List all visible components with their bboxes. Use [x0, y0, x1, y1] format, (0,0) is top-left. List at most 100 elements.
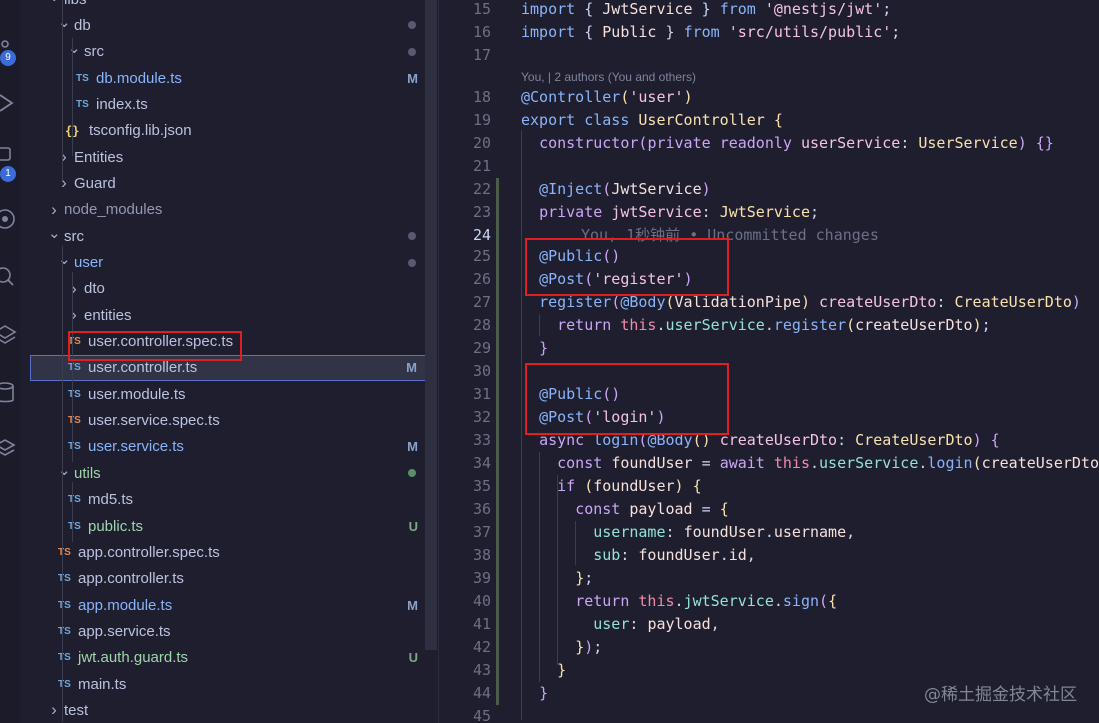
tree-file[interactable]: TS jwt.auth.guard.ts U — [20, 645, 438, 671]
tree-file[interactable]: TS user.module.ts — [20, 381, 438, 407]
chevron-right-icon[interactable]: › — [48, 700, 60, 720]
code-line[interactable]: 41 user: payload, — [439, 613, 1099, 636]
tree-file[interactable]: {}tsconfig.lib.json — [20, 118, 438, 144]
git-gutter-added — [496, 636, 499, 659]
search-icon[interactable] — [0, 262, 20, 292]
tree-folder[interactable]: ⌄ src — [20, 223, 438, 249]
git-gutter-added — [496, 291, 499, 314]
code-line[interactable]: 20 constructor(private readonly userServ… — [439, 132, 1099, 155]
code-line[interactable]: 28 return this.userService.register(crea… — [439, 314, 1099, 337]
code-line[interactable]: 35 if (foundUser) { — [439, 475, 1099, 498]
code-line[interactable]: 21 — [439, 155, 1099, 178]
tree-folder[interactable]: ⌄libs — [20, 0, 438, 12]
code-editor[interactable]: You, | 2 authors (You and others) 15 impo… — [438, 0, 1099, 723]
code-line[interactable]: 42 }); — [439, 636, 1099, 659]
git-change-dot — [408, 232, 416, 241]
code-token: } — [656, 23, 684, 41]
code-line[interactable]: 39 }; — [439, 567, 1099, 590]
tree-folder[interactable]: › node_modules — [20, 197, 438, 223]
chevron-right-icon[interactable]: › — [68, 279, 80, 299]
code-token: : — [629, 615, 648, 633]
tree-file[interactable]: TS main.ts — [20, 671, 438, 697]
tree-file[interactable]: TS public.ts U — [20, 513, 438, 539]
tree-folder[interactable]: › entities — [20, 302, 438, 328]
stack-icon[interactable] — [0, 434, 20, 464]
line-number: 44 — [472, 684, 491, 702]
tree-item-label: libs — [64, 0, 87, 8]
code-token: : — [837, 431, 856, 449]
tree-folder[interactable]: ⌄ db — [20, 12, 438, 38]
line-number: 30 — [472, 362, 491, 380]
database-icon[interactable] — [0, 378, 20, 408]
tree-folder[interactable]: › Entities — [20, 144, 438, 170]
line-number: 26 — [472, 270, 491, 288]
tree-folder[interactable]: ⌄ utils — [20, 460, 438, 486]
tree-file[interactable]: TS user.service.spec.ts — [20, 408, 438, 434]
tree-file[interactable]: TS index.ts — [20, 91, 438, 117]
chevron-right-icon[interactable]: › — [58, 147, 70, 167]
code-line[interactable]: 43 } — [439, 659, 1099, 682]
code-line[interactable]: 37 username: foundUser.username, — [439, 521, 1099, 544]
tree-folder[interactable]: › dto — [20, 276, 438, 302]
code-token: createUserDto — [719, 431, 838, 449]
layers-icon[interactable] — [0, 320, 20, 350]
code-line[interactable]: 40 return this.jwtService.sign({ — [439, 590, 1099, 613]
line-number: 28 — [472, 316, 491, 334]
run-debug-icon[interactable] — [0, 88, 20, 118]
chevron-down-icon[interactable]: ⌄ — [68, 39, 81, 57]
tree-folder[interactable]: › test — [20, 697, 438, 723]
code-token: { — [575, 23, 603, 41]
tree-file[interactable]: TS app.service.ts — [20, 618, 438, 644]
chevron-right-icon[interactable]: › — [68, 305, 80, 325]
code-line[interactable]: 22 @Inject(JwtService) — [439, 178, 1099, 201]
code-line[interactable]: 36 const payload = { — [439, 498, 1099, 521]
chevron-down-icon[interactable]: ⌄ — [48, 0, 61, 5]
code-line[interactable]: 34 const foundUser = await this.userServ… — [439, 452, 1099, 475]
tree-file[interactable]: TS app.module.ts M — [20, 592, 438, 618]
tree-item-label: user.service.ts — [88, 438, 184, 456]
chevron-right-icon[interactable]: › — [48, 200, 60, 220]
chevron-right-icon[interactable]: › — [58, 173, 70, 193]
code-text: @Controller('user') — [521, 86, 693, 109]
tree-file[interactable]: TS user.service.ts M — [20, 434, 438, 460]
code-line[interactable]: 38 sub: foundUser.id, — [439, 544, 1099, 567]
remote-icon[interactable] — [0, 204, 20, 234]
git-gutter-added — [496, 224, 499, 247]
code-line[interactable]: 45 — [439, 705, 1099, 723]
code-text: }); — [521, 636, 602, 659]
line-number: 39 — [472, 569, 491, 587]
line-number: 27 — [472, 293, 491, 311]
tree-file[interactable]: TS app.controller.ts — [20, 566, 438, 592]
code-token: export — [521, 111, 576, 129]
chevron-down-icon[interactable]: ⌄ — [58, 461, 71, 479]
tree-file[interactable]: TS app.controller.spec.ts — [20, 539, 438, 565]
code-line[interactable]: 19 export class UserController { — [439, 109, 1099, 132]
code-token: id — [728, 546, 747, 564]
code-token: login — [927, 454, 973, 472]
git-status-badge: U — [408, 518, 418, 534]
code-line[interactable]: 23 private jwtService: JwtService; — [439, 201, 1099, 224]
tree-folder[interactable]: › Guard — [20, 170, 438, 196]
code-line[interactable]: 16 import { Public } from 'src/utils/publ… — [439, 21, 1099, 44]
tree-file[interactable]: TS db.module.ts M — [20, 65, 438, 91]
code-token: Public — [602, 23, 657, 41]
tree-folder[interactable]: ⌄ src — [20, 39, 438, 65]
chevron-down-icon[interactable]: ⌄ — [58, 13, 71, 31]
chevron-down-icon[interactable]: ⌄ — [48, 224, 61, 242]
explorer-scrollbar[interactable] — [425, 0, 437, 650]
code-line[interactable]: 29 } — [439, 337, 1099, 360]
code-line[interactable]: 15 import { JwtService } from '@nestjs/jw… — [439, 0, 1099, 21]
tree-file[interactable]: TS md5.ts — [20, 487, 438, 513]
tree-item-label: src — [84, 43, 104, 61]
chevron-down-icon[interactable]: ⌄ — [58, 250, 71, 268]
code-line[interactable]: 18 @Controller('user') — [439, 86, 1099, 109]
code-token: ) — [701, 180, 711, 198]
code-token: return — [557, 316, 612, 334]
code-line[interactable]: 17 — [439, 44, 1099, 67]
tree-folder[interactable]: ⌄ user — [20, 250, 438, 276]
code-token: { — [828, 592, 838, 610]
code-token: @Inject — [539, 180, 603, 198]
